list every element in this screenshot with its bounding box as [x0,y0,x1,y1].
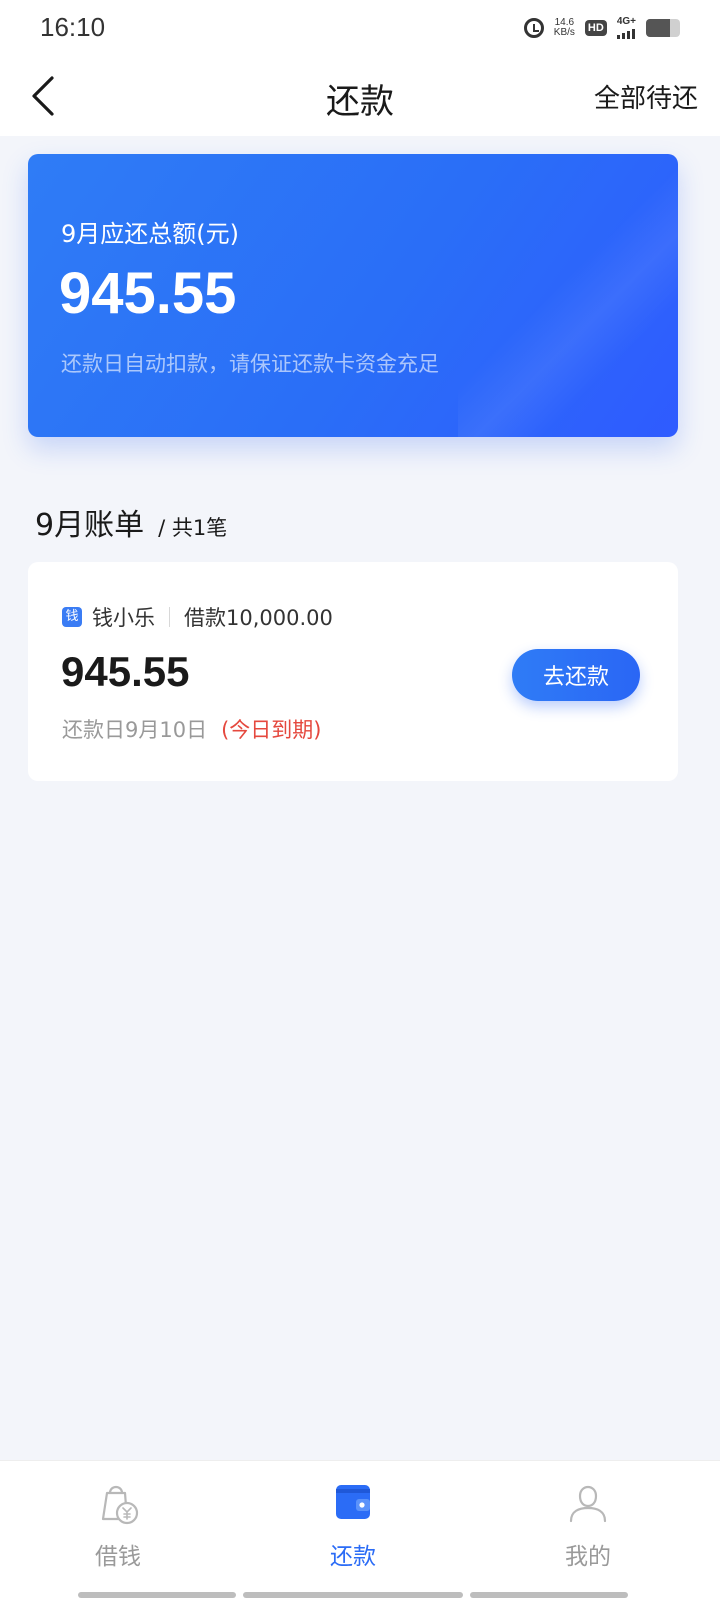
net-speed-unit: KB/s [553,27,575,38]
tab-mine[interactable]: 我的 [478,1461,698,1601]
auto-debit-note: 还款日自动扣款，请保证还款卡资金充足 [61,352,439,376]
bill-card[interactable]: 钱 钱小乐 借款10,000.00 945.55 还款日9月10日 (今日到期)… [28,562,678,781]
home-indicator [243,1592,463,1598]
bill-header: 钱 钱小乐 借款10,000.00 [62,602,333,632]
bill-count: / 共1笔 [158,516,228,540]
repayment-summary-card: 9月应还总额(元) 945.55 还款日自动扣款，请保证还款卡资金充足 [28,154,678,437]
bill-amount: 945.55 [61,648,190,695]
status-time: 16:10 [40,12,106,42]
lender-logo-icon: 钱 [62,607,82,627]
tab-repay-label: 还款 [330,1544,376,1570]
battery-icon [646,19,680,37]
loan-amount: 借款10,000.00 [184,606,333,630]
home-indicator [470,1592,628,1598]
bottom-tab-bar: 借钱 还款 我的 [0,1460,720,1601]
divider [169,607,170,627]
signal-bars [616,29,635,39]
status-icons: 14.6 KB/s HD 4G+ [523,14,680,42]
status-bar: 16:10 14.6 KB/s HD 4G+ [0,0,720,56]
signal-icon: 4G+ [616,16,636,39]
repay-button[interactable]: 去还款 [512,649,640,701]
tab-borrow-label: 借钱 [95,1544,141,1570]
due-status: (今日到期) [221,718,322,742]
all-pending-link[interactable]: 全部待还 [594,78,698,115]
battery-level [646,19,670,37]
wallet-icon [336,1485,370,1519]
user-icon [569,1485,607,1523]
net-speed-indicator: 14.6 KB/s [554,18,575,38]
hd-badge: HD [584,20,607,36]
bill-month-title: 9月账单 [35,508,145,543]
tab-repay[interactable]: 还款 [243,1461,463,1601]
tab-borrow[interactable]: 借钱 [8,1461,228,1601]
loan-bag-icon [101,1485,139,1525]
due-date: 还款日9月10日 [62,718,208,742]
alarm-icon [523,18,544,38]
summary-total-amount: 945.55 [59,261,237,326]
lender-name: 钱小乐 [92,606,155,630]
signal-label: 4G+ [616,16,636,27]
home-indicator [78,1592,236,1598]
summary-label: 9月应还总额(元) [61,220,239,248]
bill-due-info: 还款日9月10日 (今日到期) [62,714,321,744]
tab-mine-label: 我的 [565,1544,611,1570]
page-header: 还款 全部待还 [0,56,720,136]
bill-section-title: 9月账单 / 共1笔 [35,500,227,544]
